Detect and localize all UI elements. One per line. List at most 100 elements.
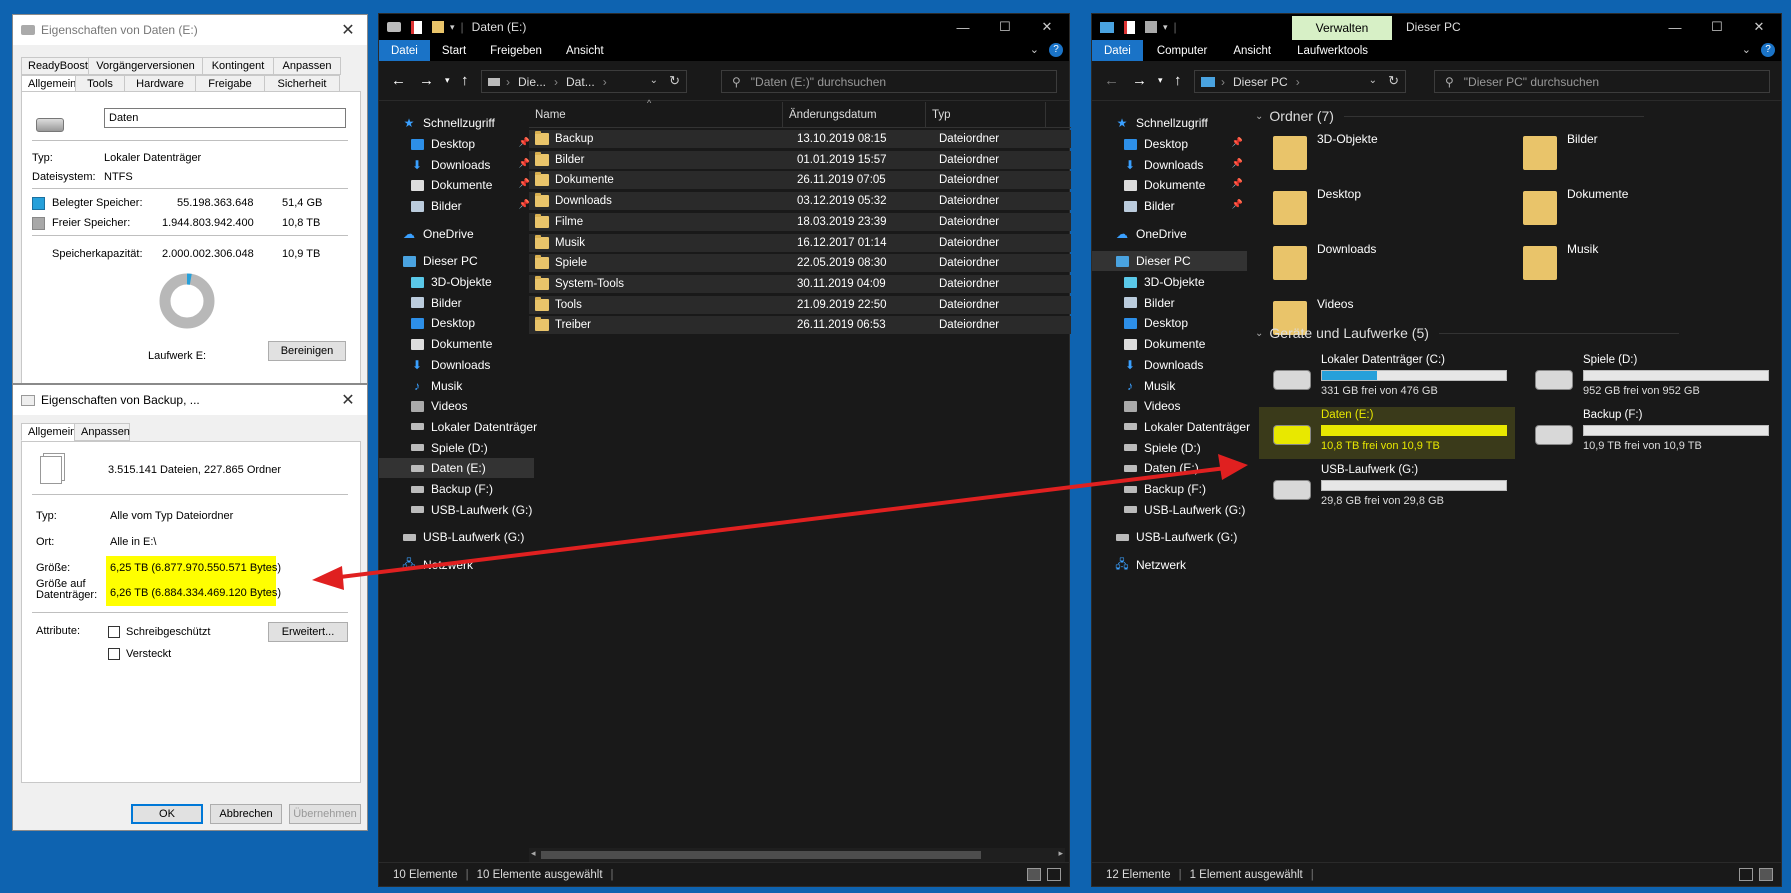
close-button[interactable]: ✕: [1027, 14, 1067, 40]
nav-pc-item-8[interactable]: Spiele (D:): [1092, 438, 1247, 458]
apply-button[interactable]: Übernehmen: [289, 804, 361, 824]
address-bar[interactable]: › Dieser PC › ⌄ ↻: [1194, 70, 1406, 93]
titlebar[interactable]: ▾ | Daten (E:) — ☐ ✕: [379, 14, 1069, 40]
drive-tile[interactable]: USB-Laufwerk (G:) 29,8 GB frei von 29,8 G…: [1259, 462, 1515, 514]
nav-pc-item-4[interactable]: ⬇ Downloads: [379, 355, 534, 375]
refresh-icon[interactable]: ↻: [669, 73, 680, 89]
file-row[interactable]: System-Tools 30.11.2019 04:09 Dateiordner: [529, 274, 1071, 293]
tab-readyboost[interactable]: ReadyBoost: [21, 57, 89, 75]
nav-item-0[interactable]: Desktop 📌: [1092, 134, 1247, 154]
address-bar[interactable]: › Die... › Dat... › ⌄ ↻: [481, 70, 687, 93]
nav-item-2[interactable]: Dokumente 📌: [379, 175, 534, 195]
close-button[interactable]: ✕: [335, 389, 361, 411]
nav-item-3[interactable]: Bilder 📌: [379, 196, 534, 216]
nav-pc-item-1[interactable]: Bilder: [379, 293, 534, 313]
maximize-button[interactable]: ☐: [985, 14, 1025, 40]
nav-pc-item-3[interactable]: Dokumente: [1092, 334, 1247, 354]
pin-icon[interactable]: 📌: [1232, 158, 1243, 169]
nav-item-1[interactable]: ⬇ Downloads 📌: [1092, 155, 1247, 175]
cancel-button[interactable]: Abbrechen: [210, 804, 282, 824]
pin-icon[interactable]: 📌: [1232, 137, 1243, 148]
forward-arrow-icon[interactable]: →: [1132, 72, 1147, 89]
drive-tile[interactable]: Backup (F:) 10,9 TB frei von 10,9 TB: [1521, 407, 1777, 459]
close-button[interactable]: ✕: [1739, 14, 1779, 40]
chevron-down-icon[interactable]: ⌄: [1742, 43, 1751, 56]
nav-quick-access[interactable]: ★ Schnellzugriff: [379, 113, 534, 133]
recent-dropdown-icon[interactable]: ▾: [1158, 75, 1163, 86]
ok-button[interactable]: OK: [131, 804, 203, 824]
maximize-button[interactable]: ☐: [1697, 14, 1737, 40]
quick-access-dropdown-icon[interactable]: ▾: [450, 22, 455, 33]
nav-pc-item-2[interactable]: Desktop: [379, 313, 534, 333]
file-row[interactable]: Downloads 03.12.2019 05:32 Dateiordner: [529, 192, 1071, 211]
ribbon-tab-start[interactable]: Start: [430, 40, 478, 61]
nav-pc-item-0[interactable]: 3D-Objekte: [1092, 272, 1247, 292]
scrollbar-thumb[interactable]: [541, 851, 981, 859]
details-view-icon[interactable]: [1739, 868, 1753, 881]
properties-icon[interactable]: [1124, 20, 1135, 34]
nav-item-1[interactable]: ⬇ Downloads 📌: [379, 155, 534, 175]
forward-arrow-icon[interactable]: →: [419, 72, 434, 89]
column-header-type[interactable]: Typ: [926, 102, 1046, 128]
back-arrow-icon[interactable]: ←: [1104, 72, 1119, 89]
quick-access-dropdown-icon[interactable]: ▾: [1163, 22, 1168, 33]
help-icon[interactable]: ?: [1049, 43, 1063, 57]
ribbon-tab-file[interactable]: Datei: [1092, 40, 1143, 61]
minimize-button[interactable]: —: [943, 14, 983, 40]
nav-pc-item-10[interactable]: Backup (F:): [379, 479, 534, 499]
ribbon-tab-file[interactable]: Datei: [379, 40, 430, 61]
tab-quota[interactable]: Kontingent: [202, 57, 274, 75]
nav-item-2[interactable]: Dokumente 📌: [1092, 175, 1247, 195]
tab-customize[interactable]: Anpassen: [273, 57, 341, 75]
pin-icon[interactable]: 📌: [1232, 178, 1243, 189]
nav-onedrive[interactable]: ☁ OneDrive: [1092, 224, 1247, 244]
manage-context-tab[interactable]: Verwalten: [1292, 16, 1392, 40]
nav-pc-item-6[interactable]: Videos: [379, 396, 534, 416]
nav-this-pc[interactable]: Dieser PC: [1092, 251, 1247, 271]
minimize-button[interactable]: —: [1655, 14, 1695, 40]
chevron-down-icon[interactable]: ⌄: [1030, 43, 1039, 56]
file-row[interactable]: Backup 13.10.2019 08:15 Dateiordner: [529, 130, 1071, 148]
scroll-left-icon[interactable]: ◂: [531, 848, 536, 859]
ribbon-tab-view[interactable]: Ansicht: [1221, 40, 1283, 61]
nav-pc-item-5[interactable]: ♪ Musik: [379, 376, 534, 396]
hidden-checkbox[interactable]: [108, 648, 120, 660]
folder-tile[interactable]: Musik: [1523, 242, 1753, 288]
file-row[interactable]: Dokumente 26.11.2019 07:05 Dateiordner: [529, 171, 1071, 190]
horizontal-scrollbar[interactable]: ◂ ▸: [529, 848, 1065, 862]
tab-customize[interactable]: Anpassen: [74, 423, 130, 441]
drive-name-field[interactable]: Daten: [104, 108, 346, 128]
breadcrumb-this-pc[interactable]: Dieser PC: [1233, 75, 1288, 89]
pin-icon[interactable]: 📌: [1232, 199, 1243, 210]
nav-quick-access[interactable]: ★ Schnellzugriff: [1092, 113, 1247, 133]
nav-pc-item-0[interactable]: 3D-Objekte: [379, 272, 534, 292]
nav-pc-item-10[interactable]: Backup (F:): [1092, 479, 1247, 499]
file-row[interactable]: Filme 18.03.2019 23:39 Dateiordner: [529, 212, 1071, 231]
column-header-date[interactable]: Änderungsdatum: [783, 102, 926, 128]
folder-tile[interactable]: Dokumente: [1523, 187, 1753, 233]
breadcrumb-this-pc[interactable]: Die...: [518, 75, 546, 89]
folder-tile[interactable]: Downloads: [1273, 242, 1503, 288]
cleanup-button[interactable]: Bereinigen: [268, 341, 346, 361]
nav-pc-item-9[interactable]: Daten (E:): [379, 458, 534, 479]
up-arrow-icon[interactable]: ↑: [1174, 72, 1182, 89]
nav-pc-item-1[interactable]: Bilder: [1092, 293, 1247, 313]
file-row[interactable]: Musik 16.12.2017 01:14 Dateiordner: [529, 233, 1071, 252]
breadcrumb-drive[interactable]: Dat...: [566, 75, 595, 89]
nav-pc-item-9[interactable]: Daten (E:): [1092, 458, 1247, 478]
nav-pc-item-5[interactable]: ♪ Musik: [1092, 376, 1247, 396]
folder-tile[interactable]: Bilder: [1523, 132, 1753, 178]
help-icon[interactable]: ?: [1761, 43, 1775, 57]
file-row[interactable]: Bilder 01.01.2019 15:57 Dateiordner: [529, 150, 1071, 169]
large-icons-view-icon[interactable]: [1047, 868, 1061, 881]
nav-onedrive[interactable]: ☁ OneDrive: [379, 224, 534, 244]
dialog-titlebar[interactable]: Eigenschaften von Daten (E:) ✕: [13, 15, 367, 45]
ribbon-tab-view[interactable]: Ansicht: [554, 40, 616, 61]
ribbon-tab-drive-tools[interactable]: Laufwerktools: [1283, 40, 1382, 61]
address-dropdown-icon[interactable]: ⌄: [650, 75, 658, 86]
nav-usb-drive[interactable]: USB-Laufwerk (G:): [379, 527, 534, 547]
nav-pc-item-4[interactable]: ⬇ Downloads: [1092, 355, 1247, 375]
nav-pc-item-7[interactable]: Lokaler Datenträger: [379, 417, 537, 437]
drive-tile[interactable]: Spiele (D:) 952 GB frei von 952 GB: [1521, 352, 1777, 404]
nav-network[interactable]: 🖧 Netzwerk: [1092, 555, 1247, 575]
